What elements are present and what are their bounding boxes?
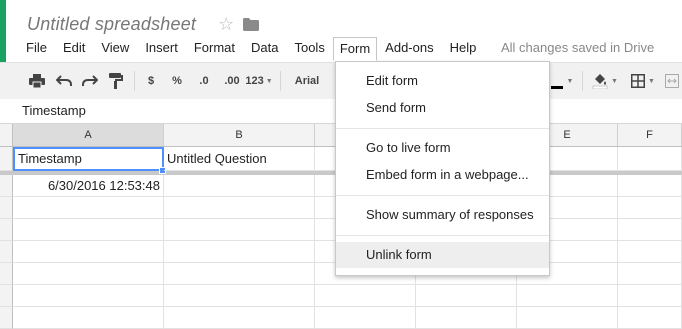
cell-a2[interactable]: 6/30/2016 12:53:48 bbox=[13, 175, 164, 197]
cell-f1[interactable] bbox=[618, 147, 682, 171]
cell-b1[interactable]: Untitled Question bbox=[164, 147, 315, 171]
font-select[interactable]: Arial bbox=[290, 63, 324, 99]
star-icon[interactable]: ☆ bbox=[218, 15, 234, 33]
cell-empty[interactable] bbox=[164, 285, 315, 307]
menu-help[interactable]: Help bbox=[442, 38, 485, 58]
cell-empty[interactable] bbox=[618, 219, 682, 241]
column-header-f[interactable]: F bbox=[618, 124, 682, 146]
font-select-label: Arial bbox=[294, 75, 320, 87]
cell-empty[interactable] bbox=[618, 263, 682, 285]
menu-data[interactable]: Data bbox=[243, 38, 286, 58]
menu-separator bbox=[336, 235, 549, 236]
menu-bar: File Edit View Insert Format Data Tools … bbox=[18, 37, 485, 61]
toolbar-separator bbox=[582, 71, 583, 91]
increase-decimals-label: .00 bbox=[224, 75, 240, 87]
row-header-8[interactable] bbox=[0, 307, 13, 329]
chevron-down-icon: ▼ bbox=[265, 77, 273, 85]
menu-item-edit-form[interactable]: Edit form bbox=[336, 68, 549, 94]
decrease-decimals-button[interactable]: .0 bbox=[192, 63, 216, 99]
cell-empty[interactable] bbox=[13, 285, 164, 307]
currency-format-button[interactable]: $ bbox=[142, 63, 160, 99]
menu-edit[interactable]: Edit bbox=[55, 38, 93, 58]
increase-decimals-button[interactable]: .00 bbox=[218, 63, 246, 99]
cell-empty[interactable] bbox=[13, 241, 164, 263]
cell-empty[interactable] bbox=[13, 307, 164, 329]
more-formats-button[interactable]: 123 ▼ bbox=[244, 63, 274, 99]
cell-empty[interactable] bbox=[416, 285, 517, 307]
row-header-5[interactable] bbox=[0, 241, 13, 263]
cell-b2[interactable] bbox=[164, 175, 315, 197]
menu-item-unlink-form[interactable]: Unlink form bbox=[336, 242, 549, 268]
borders-icon bbox=[631, 74, 646, 88]
menu-item-show-summary[interactable]: Show summary of responses bbox=[336, 202, 549, 228]
menu-format[interactable]: Format bbox=[186, 38, 243, 58]
cell-empty[interactable] bbox=[164, 263, 315, 285]
cell-empty[interactable] bbox=[618, 307, 682, 329]
formula-content[interactable]: Timestamp bbox=[22, 99, 86, 123]
save-status[interactable]: All changes saved in Drive bbox=[501, 38, 654, 58]
row-header-3[interactable] bbox=[0, 197, 13, 219]
cell-empty[interactable] bbox=[618, 285, 682, 307]
print-icon[interactable] bbox=[26, 63, 48, 99]
cell-empty[interactable] bbox=[13, 197, 164, 219]
toolbar-separator bbox=[134, 71, 135, 91]
toolbar-separator bbox=[280, 71, 281, 91]
cell-empty[interactable] bbox=[517, 307, 618, 329]
menu-tools[interactable]: Tools bbox=[286, 38, 332, 58]
fill-color-icon bbox=[592, 73, 608, 89]
menu-item-embed-form[interactable]: Embed form in a webpage... bbox=[336, 162, 549, 188]
text-color-swatch bbox=[550, 86, 563, 89]
row-header-4[interactable] bbox=[0, 219, 13, 241]
form-menu-dropdown: Edit form Send form Go to live form Embe… bbox=[335, 61, 550, 276]
cell-empty[interactable] bbox=[164, 197, 315, 219]
more-formats-label: 123 bbox=[245, 75, 264, 87]
menu-insert[interactable]: Insert bbox=[137, 38, 186, 58]
cell-a1[interactable]: Timestamp bbox=[13, 147, 164, 171]
cell-empty[interactable] bbox=[618, 241, 682, 263]
undo-icon[interactable] bbox=[53, 63, 75, 99]
row-header-2[interactable] bbox=[0, 175, 13, 197]
column-header-a[interactable]: A bbox=[13, 124, 164, 146]
borders-button[interactable]: ▼ bbox=[626, 63, 660, 99]
menu-add-ons[interactable]: Add-ons bbox=[377, 38, 441, 58]
merge-cells-button[interactable] bbox=[662, 63, 682, 99]
menu-view[interactable]: View bbox=[93, 38, 137, 58]
merge-cells-icon bbox=[665, 74, 679, 88]
menu-item-send-form[interactable]: Send form bbox=[336, 95, 549, 121]
chevron-down-icon: ▼ bbox=[611, 77, 618, 85]
cell-empty[interactable] bbox=[13, 263, 164, 285]
paint-format-icon[interactable] bbox=[105, 63, 127, 99]
text-color-button[interactable]: ▼ bbox=[548, 63, 576, 99]
cell-empty[interactable] bbox=[164, 219, 315, 241]
fill-color-button[interactable]: ▼ bbox=[588, 63, 622, 99]
row-header-1[interactable] bbox=[0, 147, 13, 171]
folder-icon[interactable] bbox=[243, 17, 260, 31]
cell-empty[interactable] bbox=[517, 285, 618, 307]
cell-empty[interactable] bbox=[164, 241, 315, 263]
select-all-corner[interactable] bbox=[0, 124, 13, 146]
column-header-b[interactable]: B bbox=[164, 124, 315, 146]
cell-empty[interactable] bbox=[618, 197, 682, 219]
row-header-6[interactable] bbox=[0, 263, 13, 285]
menu-separator bbox=[336, 128, 549, 129]
percent-format-button[interactable]: % bbox=[168, 63, 186, 99]
menu-item-go-to-live-form[interactable]: Go to live form bbox=[336, 135, 549, 161]
decrease-decimals-label: .0 bbox=[199, 75, 209, 87]
doc-title[interactable]: Untitled spreadsheet bbox=[27, 14, 196, 35]
cell-f2[interactable] bbox=[618, 175, 682, 197]
row-header-7[interactable] bbox=[0, 285, 13, 307]
menu-separator bbox=[336, 195, 549, 196]
cell-empty[interactable] bbox=[315, 307, 416, 329]
redo-icon[interactable] bbox=[79, 63, 101, 99]
cell-empty[interactable] bbox=[315, 285, 416, 307]
cell-empty[interactable] bbox=[416, 307, 517, 329]
chevron-down-icon: ▼ bbox=[648, 77, 655, 85]
title-row: Untitled spreadsheet ☆ bbox=[27, 10, 260, 38]
menu-form[interactable]: Form bbox=[332, 37, 378, 61]
app-accent-bar bbox=[0, 0, 6, 68]
menu-file[interactable]: File bbox=[18, 38, 55, 58]
chevron-down-icon: ▼ bbox=[566, 77, 574, 85]
cell-empty[interactable] bbox=[13, 219, 164, 241]
cell-empty[interactable] bbox=[164, 307, 315, 329]
